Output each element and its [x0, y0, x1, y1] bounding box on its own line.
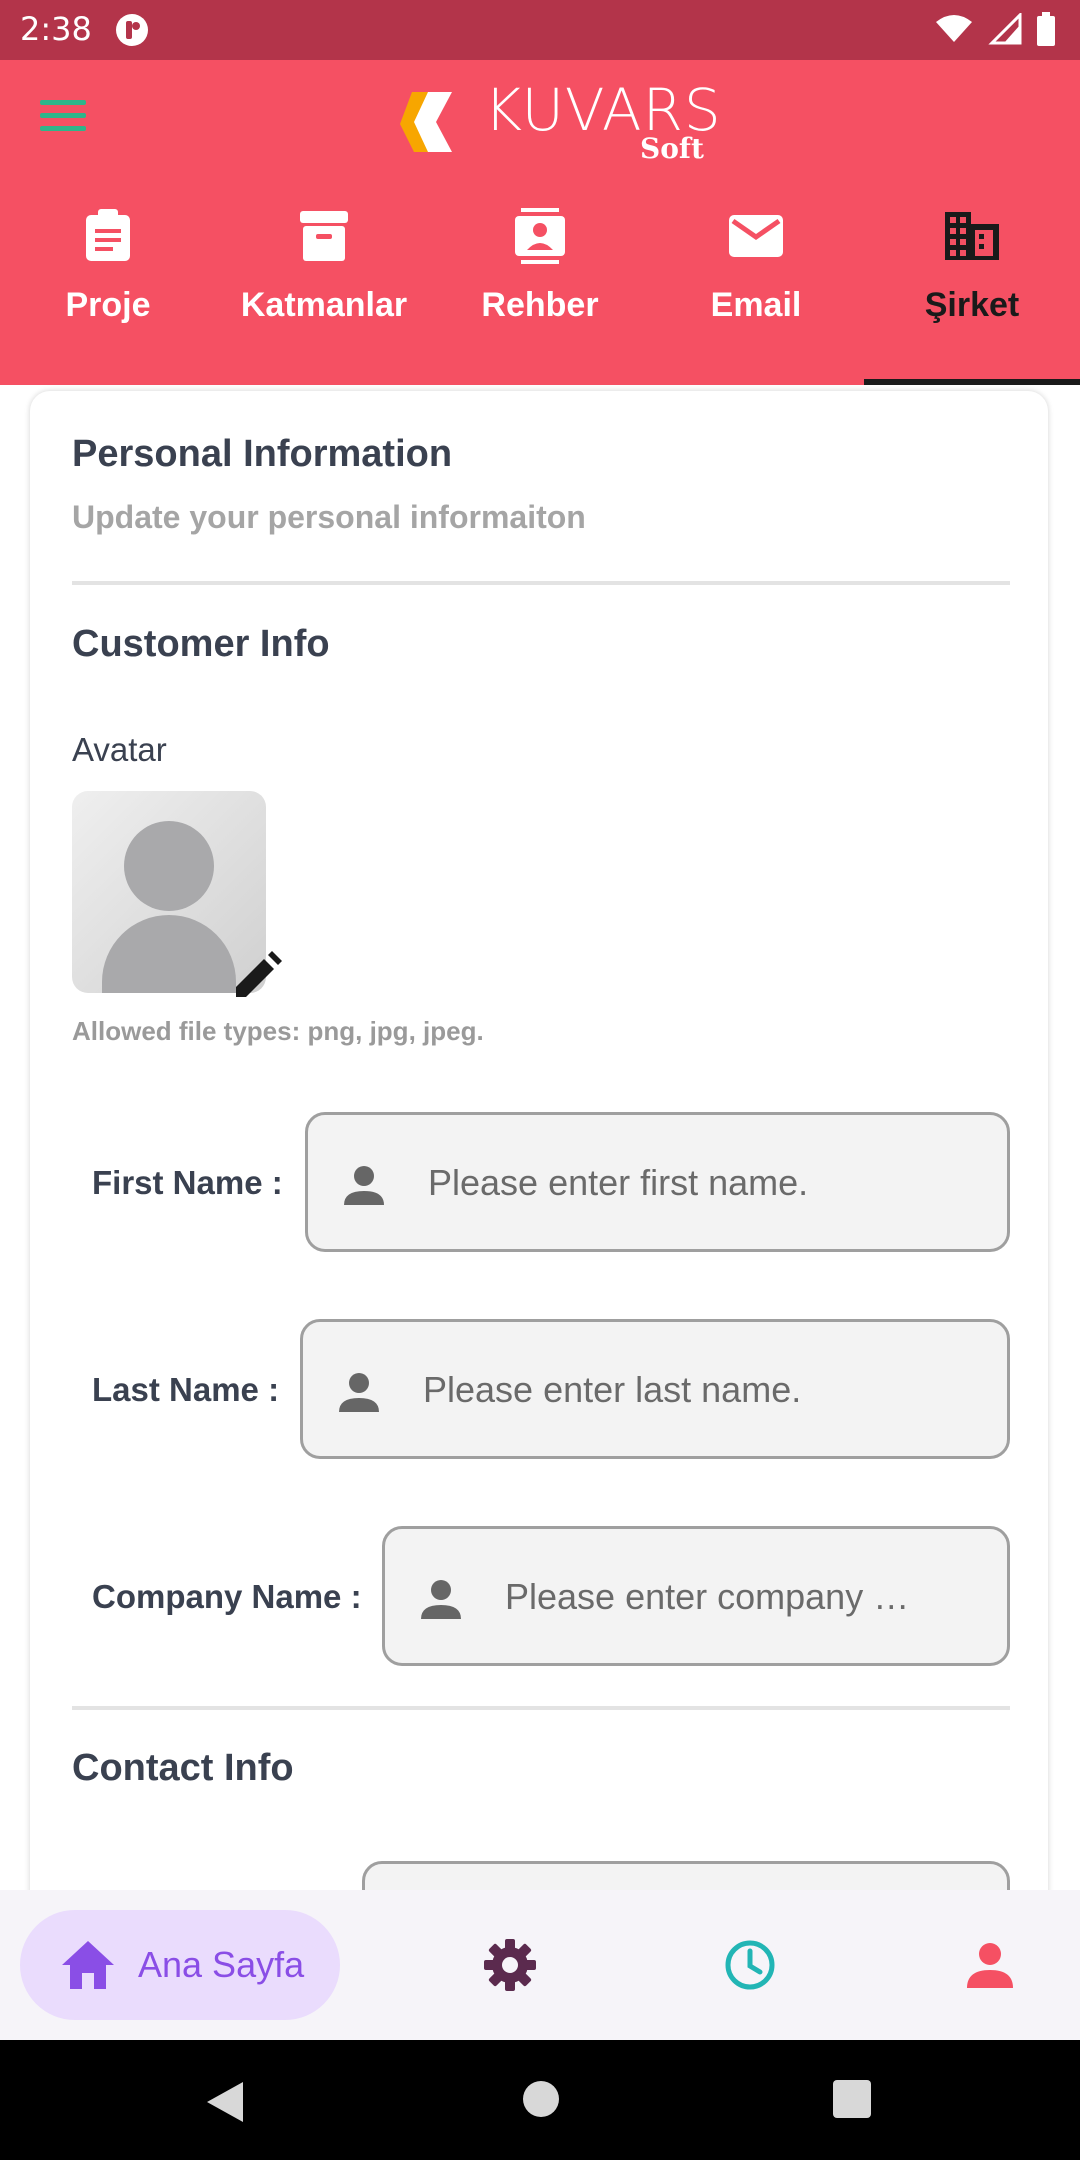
personal-info-card: Personal Information Update your persona…: [30, 391, 1048, 1890]
avatar-placeholder-body: [102, 915, 236, 993]
home-circle-icon[interactable]: [522, 2080, 560, 2118]
tab-label: Şirket: [924, 286, 1020, 324]
recents-icon[interactable]: [833, 2080, 871, 2118]
content-scroll[interactable]: Personal Information Update your persona…: [0, 385, 1080, 1890]
status-time: 2:38: [20, 10, 92, 48]
logo-sub: Soft: [640, 132, 704, 165]
menu-button[interactable]: [40, 90, 100, 140]
app-header: KUVARS Soft Proje Katmanlar Rehber Email…: [0, 60, 1080, 385]
customer-info-title: Customer Info: [72, 623, 330, 665]
tab-label: Proje: [65, 286, 151, 324]
clipboard-icon: [80, 208, 136, 264]
tab-email[interactable]: Email: [648, 200, 864, 385]
logo-mark-icon: [400, 92, 452, 152]
contact-info-title: Contact Info: [72, 1747, 294, 1789]
first-name-field[interactable]: [305, 1112, 1010, 1252]
kuvars-logo: KUVARS Soft: [392, 70, 721, 170]
profile-icon: [967, 1943, 1013, 1988]
last-name-field[interactable]: [300, 1319, 1010, 1459]
file-type-hint: Allowed file types: png, jpg, jpeg.: [72, 1016, 484, 1046]
edit-avatar-icon[interactable]: [230, 951, 282, 1003]
signal-icon: [988, 13, 1022, 45]
person-icon: [344, 1166, 384, 1205]
last-name-label: Last Name :: [92, 1371, 280, 1408]
tab-label: Rehber: [481, 286, 599, 324]
top-tabs: Proje Katmanlar Rehber Email Şirket: [0, 200, 1080, 385]
bottom-nav: Ana Sayfa: [0, 1890, 1080, 2040]
battery-icon: [1037, 12, 1055, 46]
company-name-label: Company Name :: [92, 1578, 362, 1615]
building-icon: [944, 208, 1000, 264]
company-name-input[interactable]: [503, 1529, 987, 1665]
person-icon: [421, 1580, 461, 1619]
status-bar: 2:38: [0, 0, 1080, 60]
tab-proje[interactable]: Proje: [0, 200, 216, 385]
back-icon[interactable]: [205, 2080, 245, 2124]
wifi-icon: [936, 15, 972, 42]
avatar-label: Avatar: [72, 731, 167, 768]
card-subtitle: Update your personal informaiton: [72, 499, 586, 535]
contact-field[interactable]: [362, 1861, 1010, 1890]
nav-profile-button[interactable]: [960, 1935, 1020, 1995]
divider: [72, 1706, 1010, 1710]
home-icon: [62, 1941, 114, 1989]
nav-home-label: Ana Sayfa: [138, 1944, 305, 1985]
tab-katmanlar[interactable]: Katmanlar: [216, 200, 432, 385]
contacts-icon: [512, 208, 568, 264]
last-name-input[interactable]: [421, 1322, 987, 1458]
divider: [72, 581, 1010, 585]
app-notification-icon: [116, 14, 148, 46]
system-nav-bar: [0, 2040, 1080, 2160]
avatar-placeholder-head: [124, 821, 214, 911]
archive-icon: [296, 208, 352, 264]
mail-icon: [728, 208, 784, 264]
person-icon: [339, 1373, 379, 1412]
first-name-input[interactable]: [426, 1115, 987, 1251]
tab-label: Katmanlar: [240, 286, 408, 324]
nav-history-button[interactable]: [720, 1935, 780, 1995]
company-name-field[interactable]: [382, 1526, 1010, 1666]
settings-icon: [484, 1939, 536, 1991]
menu-icon: [40, 99, 86, 105]
first-name-label: First Name :: [92, 1164, 283, 1201]
tab-rehber[interactable]: Rehber: [432, 200, 648, 385]
tab-sirket[interactable]: Şirket: [864, 200, 1080, 385]
nav-settings-button[interactable]: [480, 1935, 540, 1995]
history-icon: [725, 1940, 775, 1990]
tab-label: Email: [710, 286, 802, 324]
nav-home-button[interactable]: Ana Sayfa: [20, 1910, 340, 2020]
card-title: Personal Information: [72, 433, 453, 475]
